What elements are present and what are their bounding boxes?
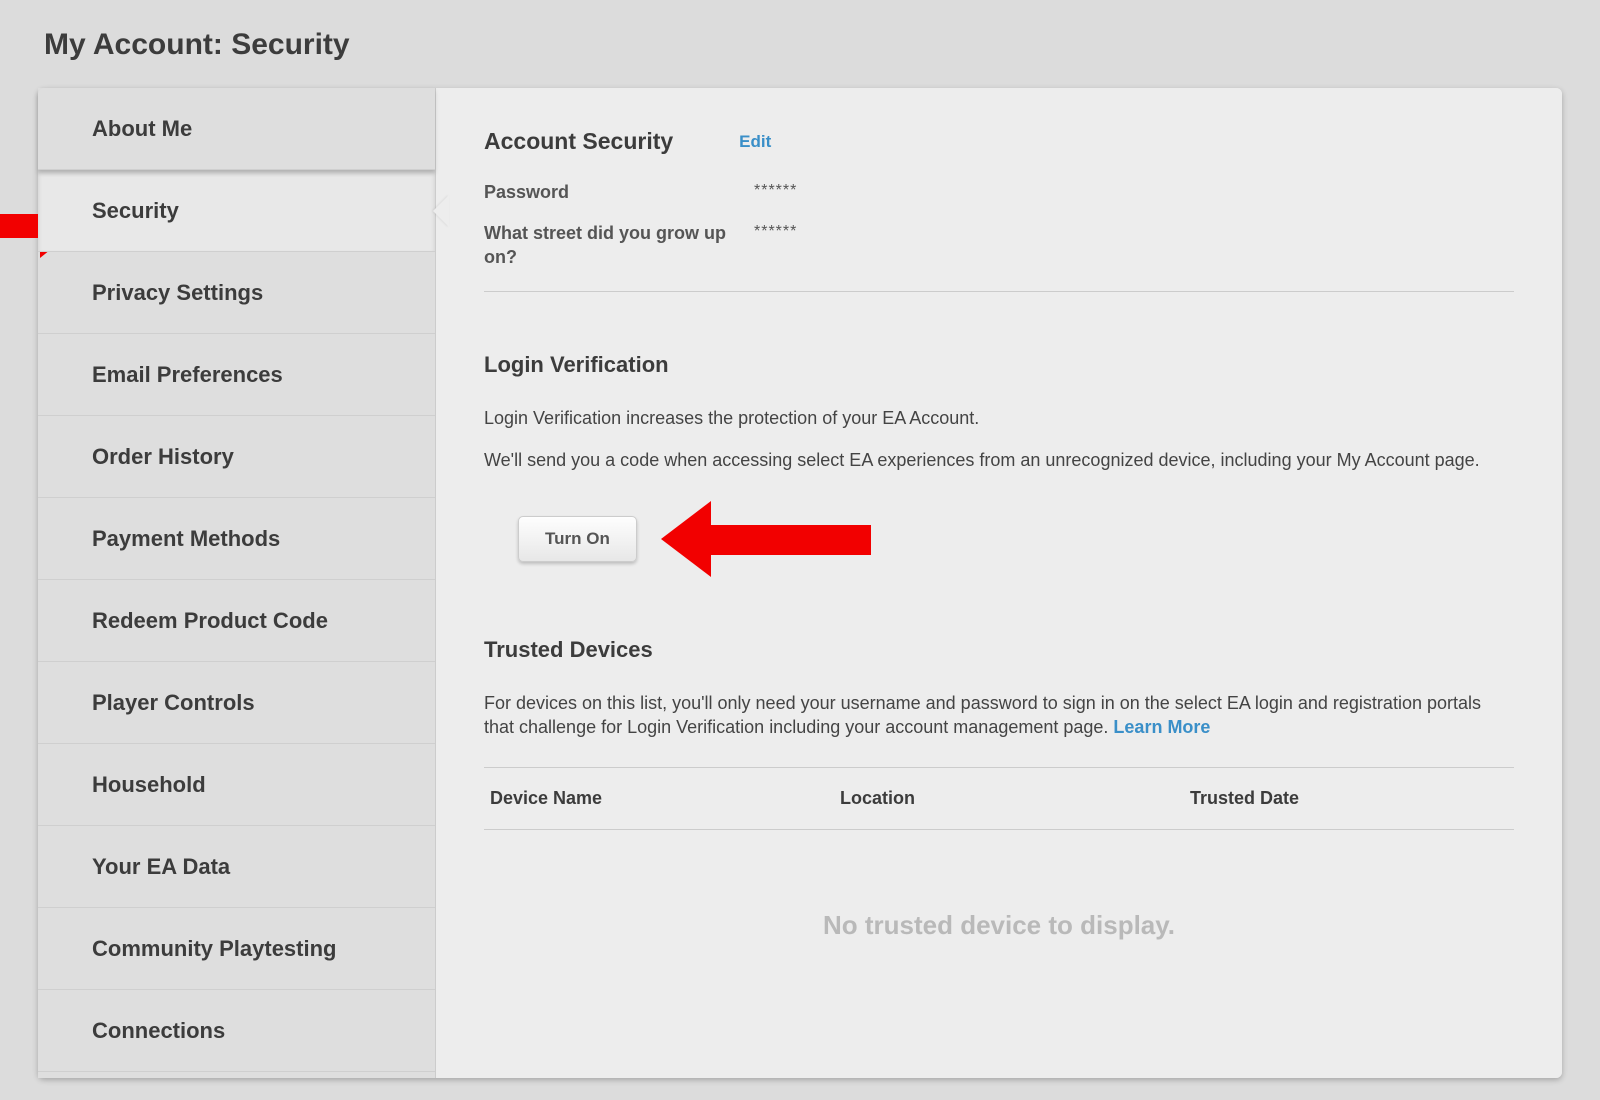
sidebar-item-your-ea-data[interactable]: Your EA Data [38,826,435,908]
learn-more-link[interactable]: Learn More [1113,717,1210,737]
trusted-devices-table-header: Device Name Location Trusted Date [484,767,1514,830]
account-security-heading: Account Security [484,128,673,155]
sidebar-item-label: Your EA Data [92,854,230,880]
page-title: My Account: Security [44,28,1562,62]
account-security-header: Account Security Edit [484,128,1514,155]
login-verification-desc-1: Login Verification increases the protect… [484,406,1514,430]
sidebar-item-email-preferences[interactable]: Email Preferences [38,334,435,416]
sidebar-item-player-controls[interactable]: Player Controls [38,662,435,744]
col-device-name: Device Name [490,788,840,809]
password-value: ****** [754,181,797,204]
trusted-devices-desc-text: For devices on this list, you'll only ne… [484,693,1481,737]
sidebar-item-about-me[interactable]: About Me [38,88,435,170]
sidebar-item-label: Connections [92,1018,225,1044]
sidebar-item-label: Security [92,198,179,224]
trusted-devices-heading: Trusted Devices [484,637,1514,663]
annotation-arrow-turn-on [661,501,871,577]
sidebar-item-label: Player Controls [92,690,255,716]
turn-on-button[interactable]: Turn On [518,516,637,562]
main-content: Account Security Edit Password ****** Wh… [436,88,1562,1078]
password-row: Password ****** [484,181,1514,204]
edit-link[interactable]: Edit [739,132,771,152]
sidebar-item-label: Order History [92,444,234,470]
trusted-devices-empty: No trusted device to display. [484,910,1514,941]
security-question-row: What street did you grow up on? ****** [484,222,1514,269]
col-trusted-date: Trusted Date [1190,788,1508,809]
sidebar-item-payment-methods[interactable]: Payment Methods [38,498,435,580]
login-verification-desc-2: We'll send you a code when accessing sel… [484,448,1514,472]
trusted-devices-section: Trusted Devices For devices on this list… [484,637,1514,942]
col-location: Location [840,788,1190,809]
turn-on-row: Turn On [518,501,1514,577]
sidebar-item-community-playtesting[interactable]: Community Playtesting [38,908,435,990]
security-question-value: ****** [754,222,797,269]
sidebar-item-label: Payment Methods [92,526,280,552]
login-verification-heading: Login Verification [484,352,1514,378]
sidebar: About Me Security Privacy Settings Email… [38,88,436,1078]
sidebar-item-redeem-product-code[interactable]: Redeem Product Code [38,580,435,662]
sidebar-item-connections[interactable]: Connections [38,990,435,1072]
sidebar-item-privacy-settings[interactable]: Privacy Settings [38,252,435,334]
sidebar-item-label: Community Playtesting [92,936,336,962]
trusted-devices-desc: For devices on this list, you'll only ne… [484,691,1514,740]
sidebar-item-household[interactable]: Household [38,744,435,826]
security-question-label: What street did you grow up on? [484,222,754,269]
password-label: Password [484,181,754,204]
sidebar-item-order-history[interactable]: Order History [38,416,435,498]
sidebar-item-security[interactable]: Security [38,170,435,252]
sidebar-item-label: Privacy Settings [92,280,263,306]
sidebar-item-label: About Me [92,116,192,142]
account-card: About Me Security Privacy Settings Email… [38,88,1562,1078]
sidebar-item-label: Household [92,772,206,798]
sidebar-item-label: Email Preferences [92,362,283,388]
divider [484,291,1514,292]
sidebar-item-label: Redeem Product Code [92,608,328,634]
